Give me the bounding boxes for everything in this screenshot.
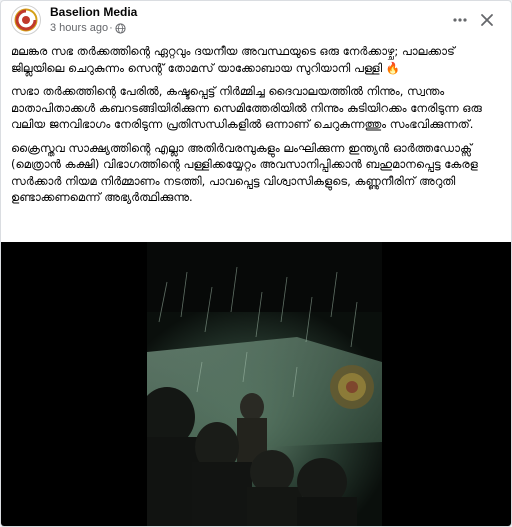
video-thumbnail	[147, 242, 382, 526]
close-post-button[interactable]	[474, 7, 500, 33]
globe-icon	[115, 22, 126, 34]
post-paragraph: സഭാ തർക്കത്തിന്റെ പേരിൽ, കഷ്ടപ്പെട്ട് നി…	[11, 84, 482, 131]
more-options-button[interactable]	[447, 7, 473, 33]
close-icon	[481, 14, 493, 26]
post-card: Baselion Media 3 hours ago · മലങ്കര സഭ ത…	[0, 0, 512, 527]
post-time[interactable]: 3 hours ago	[50, 22, 108, 34]
post-header: Baselion Media 3 hours ago ·	[1, 1, 511, 39]
more-options-icon	[453, 18, 467, 22]
page-avatar[interactable]	[11, 5, 41, 35]
video-player[interactable]	[1, 242, 511, 526]
post-paragraph: ക്രൈസ്തവ സാക്ഷ്യത്തിന്റെ എല്ലാ അതിർവരമ്പ…	[11, 140, 478, 205]
baselion-logo-icon	[13, 7, 39, 33]
post-body: മലങ്കര സഭ തർക്കത്തിന്റെ ഏറ്റവും ദയനീയ അവ…	[11, 43, 503, 213]
post-meta: 3 hours ago ·	[50, 22, 126, 34]
post-paragraph: മലങ്കര സഭ തർക്കത്തിന്റെ ഏറ്റവും ദയനീയ അവ…	[11, 44, 455, 75]
meta-separator: ·	[109, 22, 113, 34]
page-name[interactable]: Baselion Media	[50, 5, 137, 19]
video-frame[interactable]	[147, 242, 382, 526]
